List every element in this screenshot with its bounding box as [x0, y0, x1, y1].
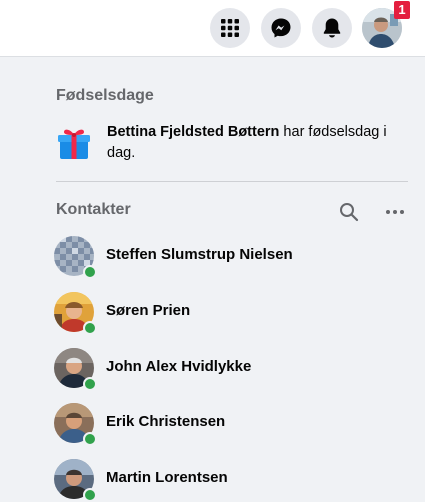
notification-count-badge: 1 — [394, 1, 410, 19]
contact-name: John Alex Hvidlykke — [106, 358, 252, 375]
contact-avatar-wrap — [54, 236, 97, 279]
contact-name: Søren Prien — [106, 302, 191, 319]
contact-avatar-wrap — [54, 348, 97, 391]
online-status-indicator — [83, 265, 97, 279]
contact-name: Steffen Slumstrup Nielsen — [106, 246, 293, 263]
contact-item[interactable]: Martin Lorentsen — [52, 456, 412, 502]
online-status-indicator — [83, 377, 97, 391]
birthdays-heading: Fødselsdage — [56, 87, 154, 104]
bell-icon — [323, 18, 341, 38]
search-icon[interactable] — [338, 201, 360, 223]
messenger-icon — [271, 18, 291, 38]
gift-icon — [58, 129, 90, 159]
right-sidebar: Fødselsdage Bettina Fjeldsted Bøttern ha… — [0, 57, 425, 502]
contacts-heading: Kontakter — [56, 201, 131, 218]
messenger-button[interactable] — [261, 8, 301, 48]
top-bar: 1 — [0, 0, 425, 57]
notifications-button[interactable] — [312, 8, 352, 48]
scrollbar-track[interactable] — [420, 57, 425, 491]
contact-item[interactable]: John Alex Hvidlykke — [52, 345, 412, 391]
grid-menu-icon — [221, 19, 239, 37]
contact-avatar-wrap — [54, 459, 97, 502]
online-status-indicator — [83, 488, 97, 502]
menu-button[interactable] — [210, 8, 250, 48]
contact-name: Martin Lorentsen — [106, 469, 228, 486]
contact-item[interactable]: Søren Prien — [52, 289, 412, 335]
birthday-message: Bettina Fjeldsted Bøttern har fødselsdag… — [107, 122, 417, 164]
contact-avatar-wrap — [54, 403, 97, 446]
contact-avatar-wrap — [54, 292, 97, 335]
birthday-person-name[interactable]: Bettina Fjeldsted Bøttern — [107, 124, 279, 140]
section-divider — [56, 181, 408, 182]
contact-item[interactable]: Steffen Slumstrup Nielsen — [52, 233, 412, 279]
contact-name: Erik Christensen — [106, 413, 226, 430]
more-options-icon[interactable] — [383, 201, 407, 223]
online-status-indicator — [83, 432, 97, 446]
contact-item[interactable]: Erik Christensen — [52, 400, 412, 446]
online-status-indicator — [83, 321, 97, 335]
